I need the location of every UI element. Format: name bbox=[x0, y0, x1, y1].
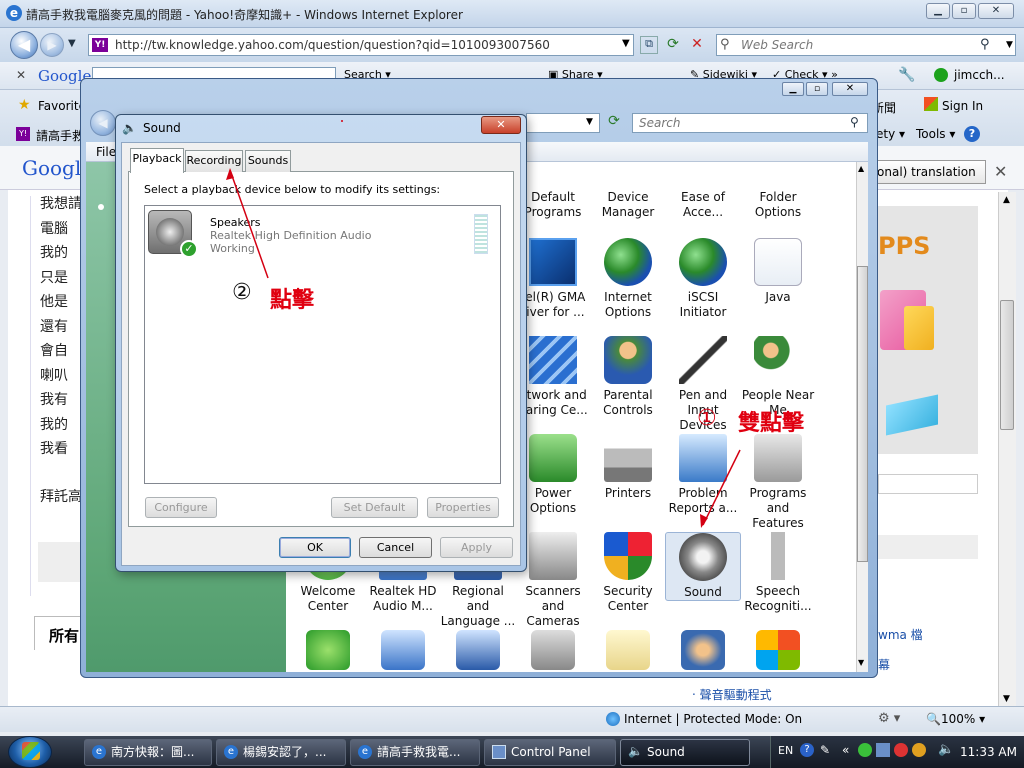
internet-zone-icon bbox=[606, 712, 620, 726]
annotation-dot bbox=[341, 120, 343, 122]
annotation-step1-text: 雙點擊 bbox=[738, 411, 805, 436]
tray-help-icon[interactable]: ? bbox=[800, 743, 814, 757]
tray-update-icon[interactable] bbox=[912, 743, 926, 757]
tray-network-icon[interactable] bbox=[876, 743, 890, 757]
taskbar-ie-icon-2: e bbox=[224, 745, 238, 759]
tray-volume-icon[interactable]: 🔈 bbox=[938, 742, 954, 757]
annotation-arrow-2 bbox=[229, 169, 269, 279]
taskbar-control-panel-icon bbox=[492, 745, 506, 759]
tray-expand-icon[interactable]: « bbox=[842, 743, 849, 757]
system-clock[interactable]: 11:33 AM bbox=[960, 745, 1017, 759]
annotation-step2-number: ② bbox=[232, 280, 252, 305]
language-indicator[interactable]: EN bbox=[778, 744, 793, 757]
taskbar-ie-icon-1: e bbox=[92, 745, 106, 759]
annotation-step2-text: 點擊 bbox=[270, 288, 315, 313]
annotation-arrowhead-2 bbox=[226, 168, 234, 180]
zoom-level[interactable]: 🔍100% ▾ bbox=[926, 712, 985, 726]
taskbar-ie-icon-3: e bbox=[358, 745, 372, 759]
ie-status-bar bbox=[0, 706, 1024, 732]
status-text: Internet | Protected Mode: On bbox=[624, 712, 803, 726]
annotation-step1-number: ① bbox=[697, 406, 717, 431]
tray-security-icon[interactable] bbox=[894, 743, 908, 757]
annotation-arrows bbox=[226, 120, 741, 528]
tray-status-icon[interactable] bbox=[858, 743, 872, 757]
annotation-arrow-1 bbox=[702, 449, 741, 526]
windows-logo-icon bbox=[22, 742, 40, 760]
tab-playback[interactable]: Playback bbox=[130, 148, 184, 173]
taskbar-sound-icon: 🔈 bbox=[628, 744, 643, 758]
protected-mode-icon[interactable]: ⚙ ▾ bbox=[878, 711, 900, 726]
tray-pen-icon[interactable]: ✎ bbox=[820, 743, 830, 757]
